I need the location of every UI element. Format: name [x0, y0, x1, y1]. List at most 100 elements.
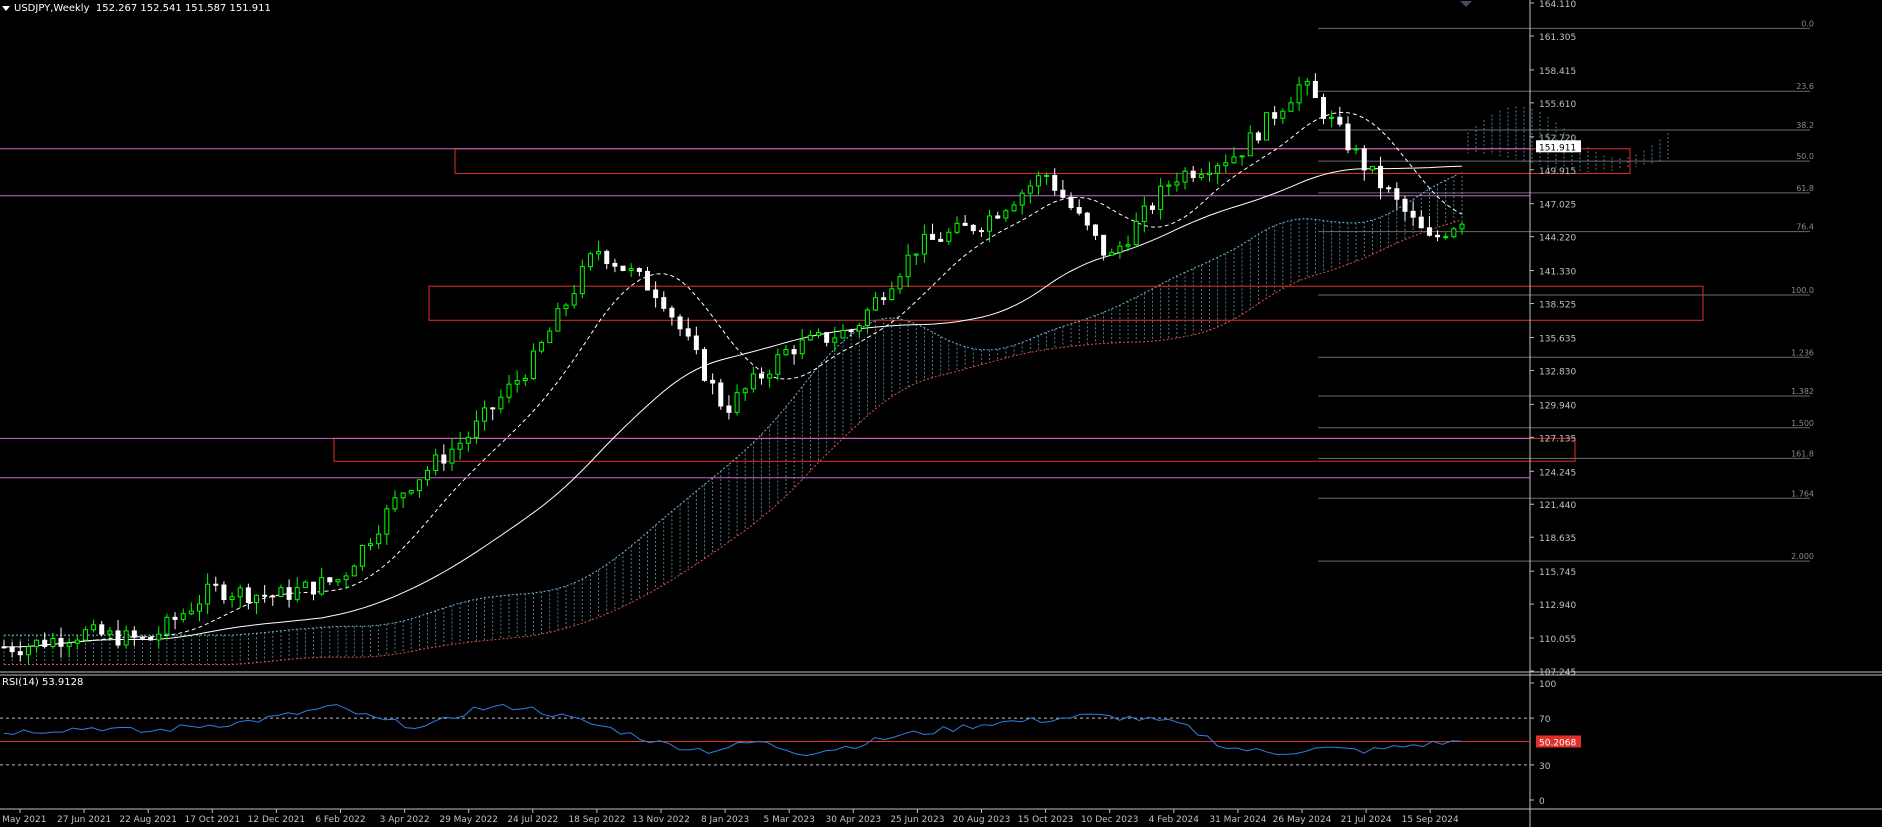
ohlc-values: 152.267 152.541 151.587 151.911 [95, 3, 271, 14]
ma-fast-line [4, 111, 1463, 648]
candle-body [1125, 244, 1131, 247]
candle-body [848, 330, 854, 333]
fib-level-label: 100.0 [1791, 286, 1814, 295]
candle-body [319, 577, 325, 595]
candle-body [612, 262, 618, 267]
fib-level-label: 50.0 [1796, 152, 1814, 161]
candle-body [938, 238, 944, 242]
candle-body [1353, 148, 1359, 151]
candle-body [91, 624, 97, 631]
price-tick-label: 127.135 [1539, 434, 1576, 444]
candle-body [1076, 207, 1082, 214]
fib-level-label: 1.764 [1791, 489, 1814, 498]
candle-body [213, 583, 219, 586]
candle-body [530, 350, 536, 379]
candle-body [701, 349, 707, 381]
fib-level-label: 2.000 [1791, 552, 1814, 561]
candle-body [17, 651, 23, 656]
price-tick-label: 138.525 [1539, 301, 1576, 311]
candle-body [987, 215, 993, 232]
time-label: 29 May 2022 [439, 815, 498, 825]
fib-level-label: 1.500 [1791, 419, 1814, 428]
collapse-arrow-icon[interactable] [2, 5, 10, 11]
candle-body [962, 222, 968, 226]
candle-body [457, 442, 463, 450]
candle-body [482, 407, 488, 422]
candle-body [1304, 80, 1310, 86]
price-tick-label: 161.305 [1539, 33, 1576, 43]
price-tick-label: 129.940 [1539, 401, 1576, 411]
price-tick-label: 135.635 [1539, 334, 1576, 344]
candle-body [172, 616, 178, 620]
candle-body [148, 636, 154, 641]
candle-body [864, 309, 870, 327]
candle-body [1109, 251, 1115, 256]
candle-body [1101, 234, 1107, 256]
candle-body [1296, 84, 1302, 104]
candle-body [1369, 165, 1375, 171]
candle-body [856, 325, 862, 332]
symbol-header[interactable]: USDJPY,Weekly 152.267 152.541 151.587 15… [2, 3, 271, 14]
candle-body [1435, 234, 1441, 238]
candle-body [82, 629, 88, 641]
candle-body [596, 250, 602, 255]
price-tick-label: 118.635 [1539, 534, 1576, 544]
candle-body [1239, 155, 1245, 158]
candle-body [905, 254, 911, 278]
chart-canvas[interactable]: 0.0 23.6 38.2 50.0 61.8 76.4 100.0 1.236 1.382 1.… [0, 0, 1882, 827]
candle-body [1329, 116, 1335, 119]
time-label: 25 Jun 2023 [890, 815, 944, 825]
price-tick-label: 155.610 [1539, 100, 1576, 110]
price-tick-label: 144.220 [1539, 234, 1576, 244]
candle-body [759, 373, 765, 379]
candle-body [441, 454, 447, 464]
candle-body [400, 492, 406, 499]
candle-body [1190, 170, 1196, 179]
candle-body [1003, 210, 1009, 219]
candle-body [408, 490, 414, 494]
time-label: 6 Feb 2022 [315, 815, 365, 825]
candle-body [433, 454, 439, 471]
candle-body [539, 342, 545, 352]
candle-body [1378, 165, 1384, 189]
time-label: 10 Dec 2023 [1081, 815, 1139, 825]
candle-body [115, 630, 121, 646]
candle-body [1345, 123, 1351, 151]
candle-body [636, 268, 642, 272]
time-label: 27 Jun 2021 [57, 815, 111, 825]
time-label: 17 Oct 2021 [184, 815, 240, 825]
candle-body [416, 479, 422, 492]
price-tick-label: 141.330 [1539, 268, 1576, 278]
candle-body [1394, 188, 1400, 200]
candle-body [653, 289, 659, 299]
candle-body [335, 579, 341, 583]
candle-body [1361, 148, 1367, 171]
candle-body [1166, 184, 1172, 187]
moving-averages [4, 111, 1463, 648]
candle-body [742, 388, 748, 394]
candle-body [221, 584, 227, 601]
price-tick-label: 115.745 [1539, 568, 1576, 578]
ma-slow-line [4, 165, 1463, 648]
candle-body [946, 231, 952, 242]
candle-body [1264, 112, 1270, 141]
time-label: 2 May 2021 [0, 815, 46, 825]
candle-body [164, 616, 170, 635]
candle-body [139, 636, 145, 639]
time-label: 21 Jul 2024 [1341, 815, 1392, 825]
candle-body [196, 603, 202, 612]
time-label: 5 Mar 2023 [764, 815, 815, 825]
candle-body [449, 448, 455, 464]
candle-body [1386, 187, 1392, 190]
candle-body [351, 565, 357, 577]
candle-body [889, 288, 895, 301]
candle-body [1092, 224, 1098, 236]
candle-body [1418, 216, 1424, 229]
candle-body [1459, 223, 1465, 230]
time-label: 12 Dec 2021 [248, 815, 306, 825]
candle-body [807, 334, 813, 341]
price-tick-label: 112.940 [1539, 601, 1576, 611]
candle-body [1312, 80, 1318, 99]
candle-body [1011, 204, 1017, 212]
candle-body [1158, 185, 1164, 210]
